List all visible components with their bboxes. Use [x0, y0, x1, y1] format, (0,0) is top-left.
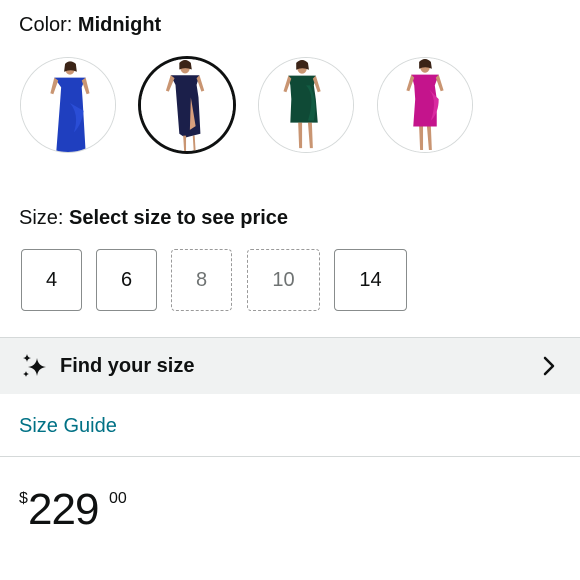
find-your-size-label: Find your size [60, 355, 195, 377]
divider [0, 456, 580, 457]
dress-image [259, 58, 353, 152]
color-swatch-hunter-green[interactable] [258, 57, 354, 153]
color-selection-label: Color: Midnight [19, 12, 161, 38]
price-currency-symbol: $ [19, 490, 28, 507]
color-swatch-magenta[interactable] [377, 57, 473, 153]
size-label: Size: [19, 207, 70, 229]
size-option-6[interactable]: 6 [96, 249, 157, 311]
size-options: 4 6 8 10 14 [21, 249, 580, 313]
chevron-right-icon [543, 356, 555, 376]
size-guide-link[interactable]: Size Guide [19, 413, 117, 439]
find-your-size-button[interactable]: Find your size [0, 337, 580, 394]
size-selection-label: Size: Select size to see price [19, 205, 288, 231]
size-option-10[interactable]: 10 [247, 249, 320, 311]
color-swatch-midnight[interactable] [138, 56, 236, 154]
dress-image [141, 59, 233, 151]
size-option-8[interactable]: 8 [171, 249, 232, 311]
sparkle-icon [23, 354, 46, 377]
dress-image [378, 58, 472, 152]
price-fraction: 00 [109, 490, 127, 507]
dress-image [21, 58, 115, 152]
size-prompt: Select size to see price [69, 207, 289, 229]
selected-color-value: Midnight [77, 14, 162, 36]
size-option-14[interactable]: 14 [334, 249, 407, 311]
color-label: Color: [19, 14, 78, 36]
product-options-panel: Color: Midnight Size: Select size to see… [0, 0, 580, 580]
size-option-4[interactable]: 4 [21, 249, 82, 311]
color-swatches [20, 56, 580, 155]
color-swatch-royal-blue[interactable] [20, 57, 116, 153]
price-whole: 229 [28, 485, 99, 534]
